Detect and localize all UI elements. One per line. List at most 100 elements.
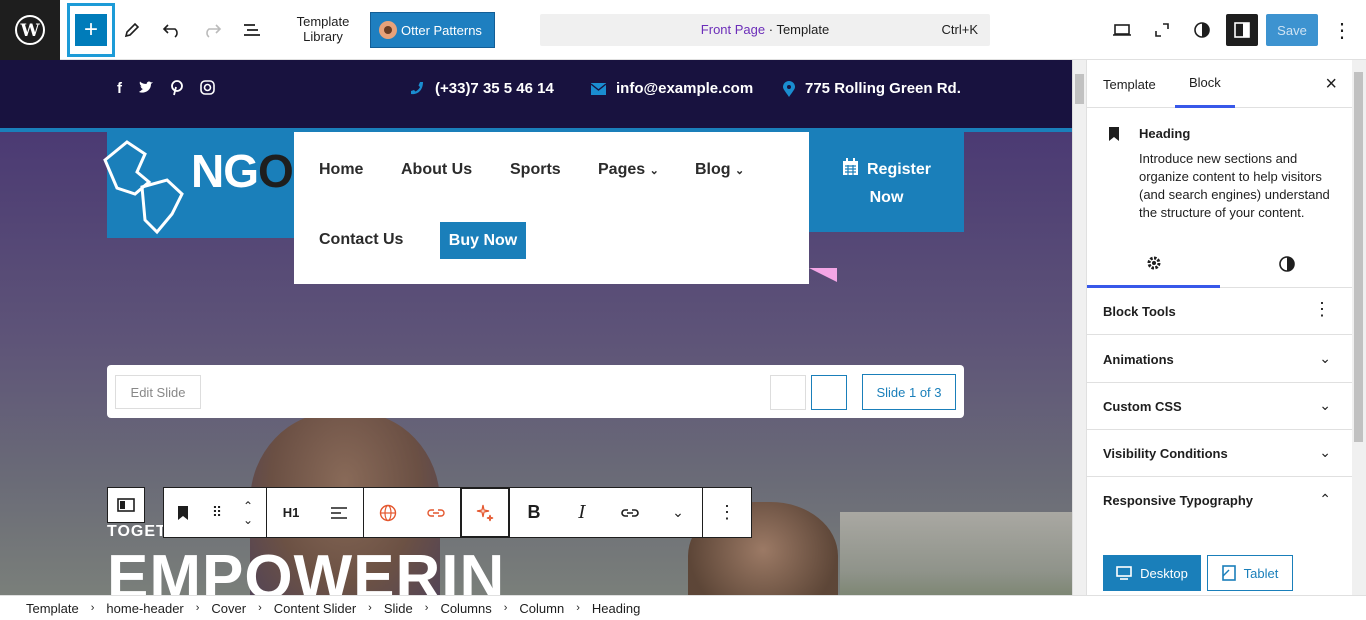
tab-template[interactable]: Template xyxy=(1103,60,1156,108)
italic-button[interactable]: I xyxy=(558,488,606,537)
twitter-icon[interactable] xyxy=(138,80,154,96)
block-toolbar-group-otter xyxy=(364,488,461,537)
fullscreen-button[interactable] xyxy=(1148,0,1176,60)
next-slide-button[interactable] xyxy=(811,375,847,410)
breadcrumb-item-current[interactable]: Heading xyxy=(592,601,640,616)
chevron-up-icon[interactable]: ⌃ xyxy=(243,499,253,513)
email-address: info@example.com xyxy=(616,80,754,97)
hero-heading[interactable]: EMPOWERIN xyxy=(107,542,505,595)
tab-settings[interactable] xyxy=(1087,240,1220,288)
panel-responsive-typography[interactable]: Responsive Typography ⌃ xyxy=(1087,477,1352,524)
document-overview-button[interactable] xyxy=(238,0,266,60)
nav-item-sports[interactable]: Sports xyxy=(510,161,561,179)
move-block-buttons[interactable]: ⌃ ⌄ xyxy=(230,488,266,537)
command-shortcut: Ctrl+K xyxy=(941,22,978,37)
drag-handle[interactable]: ⠿ xyxy=(202,488,230,537)
close-sidebar-button[interactable]: × xyxy=(1325,73,1337,96)
canvas-scrollbar-thumb[interactable] xyxy=(1075,74,1084,104)
sidebar-scrollbar[interactable] xyxy=(1352,60,1366,595)
vertical-ellipsis-icon: ⋮ xyxy=(1332,19,1352,42)
breadcrumb-item[interactable]: Template xyxy=(26,601,79,616)
register-label-2: Now xyxy=(869,189,904,206)
svg-text:W: W xyxy=(19,21,40,41)
panel-visibility-conditions[interactable]: Visibility Conditions ⌄ xyxy=(1087,430,1352,477)
site-logo[interactable]: NGO xyxy=(103,132,294,238)
translate-button[interactable] xyxy=(364,488,412,537)
panel-custom-css[interactable]: Custom CSS ⌄ xyxy=(1087,383,1352,430)
redo-icon xyxy=(206,24,222,38)
chevron-down-icon[interactable]: ⌄ xyxy=(243,513,253,527)
primary-navigation: Home About Us Sports Pages ⌄ Blog ⌄ Cont… xyxy=(294,132,809,284)
vertical-ellipsis-icon[interactable]: ⋮ xyxy=(1313,299,1331,320)
bookmark-icon xyxy=(178,505,188,520)
nav-item-pages[interactable]: Pages ⌄ xyxy=(598,161,659,179)
expand-icon xyxy=(1155,23,1169,37)
tab-styles[interactable] xyxy=(1220,240,1352,288)
breadcrumb-item[interactable]: Columns xyxy=(440,601,491,616)
canvas-scrollbar[interactable] xyxy=(1072,60,1086,595)
block-inserter-toggle[interactable]: + xyxy=(67,3,115,57)
phone-number: (+33)7 35 5 46 14 xyxy=(435,80,554,97)
street-address: 775 Rolling Green Rd. xyxy=(805,80,961,97)
more-formatting-button[interactable]: ⌄ xyxy=(654,488,702,537)
select-parent-block-button[interactable] xyxy=(107,487,145,523)
breadcrumb-item[interactable]: Content Slider xyxy=(274,601,356,616)
tablet-button[interactable]: Tablet xyxy=(1207,555,1293,591)
block-type-button[interactable] xyxy=(164,488,202,537)
styles-button[interactable] xyxy=(1188,0,1216,60)
otter-patterns-button[interactable]: Otter Patterns xyxy=(370,12,495,48)
gear-icon xyxy=(1147,256,1160,269)
chevron-right-icon: › xyxy=(195,602,200,614)
block-toolbar-group-format: B I ⌄ xyxy=(510,488,703,537)
nav-item-blog[interactable]: Blog ⌄ xyxy=(695,161,744,179)
nav-item-contact-us[interactable]: Contact Us xyxy=(319,231,403,249)
editor-top-toolbar: W + Template Library Otter Patterns Fron… xyxy=(0,0,1366,60)
panel-block-tools[interactable]: Block Tools ⋮ xyxy=(1087,288,1352,335)
command-palette-bar[interactable]: Front Page · Template Ctrl+K xyxy=(540,14,990,46)
register-now-button[interactable]: Register Now xyxy=(809,132,964,232)
nav-item-about-us[interactable]: About Us xyxy=(401,161,472,179)
breadcrumb-item[interactable]: Column xyxy=(519,601,564,616)
align-text-button[interactable] xyxy=(315,488,363,537)
breadcrumb-item[interactable]: home-header xyxy=(106,601,183,616)
contrast-icon xyxy=(1278,256,1295,272)
save-button[interactable]: Save xyxy=(1266,14,1318,46)
tools-button[interactable] xyxy=(118,0,146,60)
sidebar-scrollbar-thumb[interactable] xyxy=(1354,72,1363,442)
logo-wordmark: NGO xyxy=(191,144,294,198)
phone-icon xyxy=(411,82,423,95)
editor-canvas: f (+33)7 35 5 46 14 info@example.com 775… xyxy=(0,60,1072,595)
previous-slide-button[interactable] xyxy=(770,375,806,410)
link-button[interactable] xyxy=(606,488,654,537)
chevron-right-icon: › xyxy=(576,602,580,614)
chevron-down-icon: ⌄ xyxy=(735,165,745,177)
desktop-button[interactable]: Desktop xyxy=(1103,555,1201,591)
panel-animations[interactable]: Animations ⌄ xyxy=(1087,336,1352,383)
tab-block[interactable]: Block xyxy=(1175,60,1235,108)
edit-slide-button[interactable]: Edit Slide xyxy=(115,375,201,409)
dynamic-link-button[interactable] xyxy=(412,488,460,537)
settings-sidebar-toggle[interactable] xyxy=(1226,14,1258,46)
breadcrumb-item[interactable]: Cover xyxy=(211,601,246,616)
ai-content-button[interactable] xyxy=(461,488,509,537)
redo-button[interactable] xyxy=(198,0,226,60)
template-library-button[interactable]: Template Library xyxy=(286,14,360,44)
preview-device-button[interactable] xyxy=(1108,0,1136,60)
slide-counter[interactable]: Slide 1 of 3 xyxy=(862,374,956,410)
responsive-device-buttons: Desktop Tablet xyxy=(1103,555,1293,591)
facebook-icon[interactable]: f xyxy=(117,80,122,97)
wordpress-logo-button[interactable]: W xyxy=(0,0,60,60)
breadcrumb-item[interactable]: Slide xyxy=(384,601,413,616)
block-breadcrumb: Template › home-header › Cover › Content Sl… xyxy=(0,595,1366,620)
nav-item-home[interactable]: Home xyxy=(319,161,363,179)
undo-button[interactable] xyxy=(158,0,186,60)
buy-now-button[interactable]: Buy Now xyxy=(440,222,526,259)
options-menu-button[interactable]: ⋮ xyxy=(1330,0,1354,60)
tablet-icon xyxy=(1221,565,1236,581)
pinterest-icon[interactable] xyxy=(170,80,184,96)
instagram-icon[interactable] xyxy=(200,80,215,95)
register-label-1: Register xyxy=(866,161,932,178)
bold-button[interactable]: B xyxy=(510,488,558,537)
heading-level-button[interactable]: H1 xyxy=(267,488,315,537)
block-options-button[interactable]: ⋮ xyxy=(703,488,751,537)
